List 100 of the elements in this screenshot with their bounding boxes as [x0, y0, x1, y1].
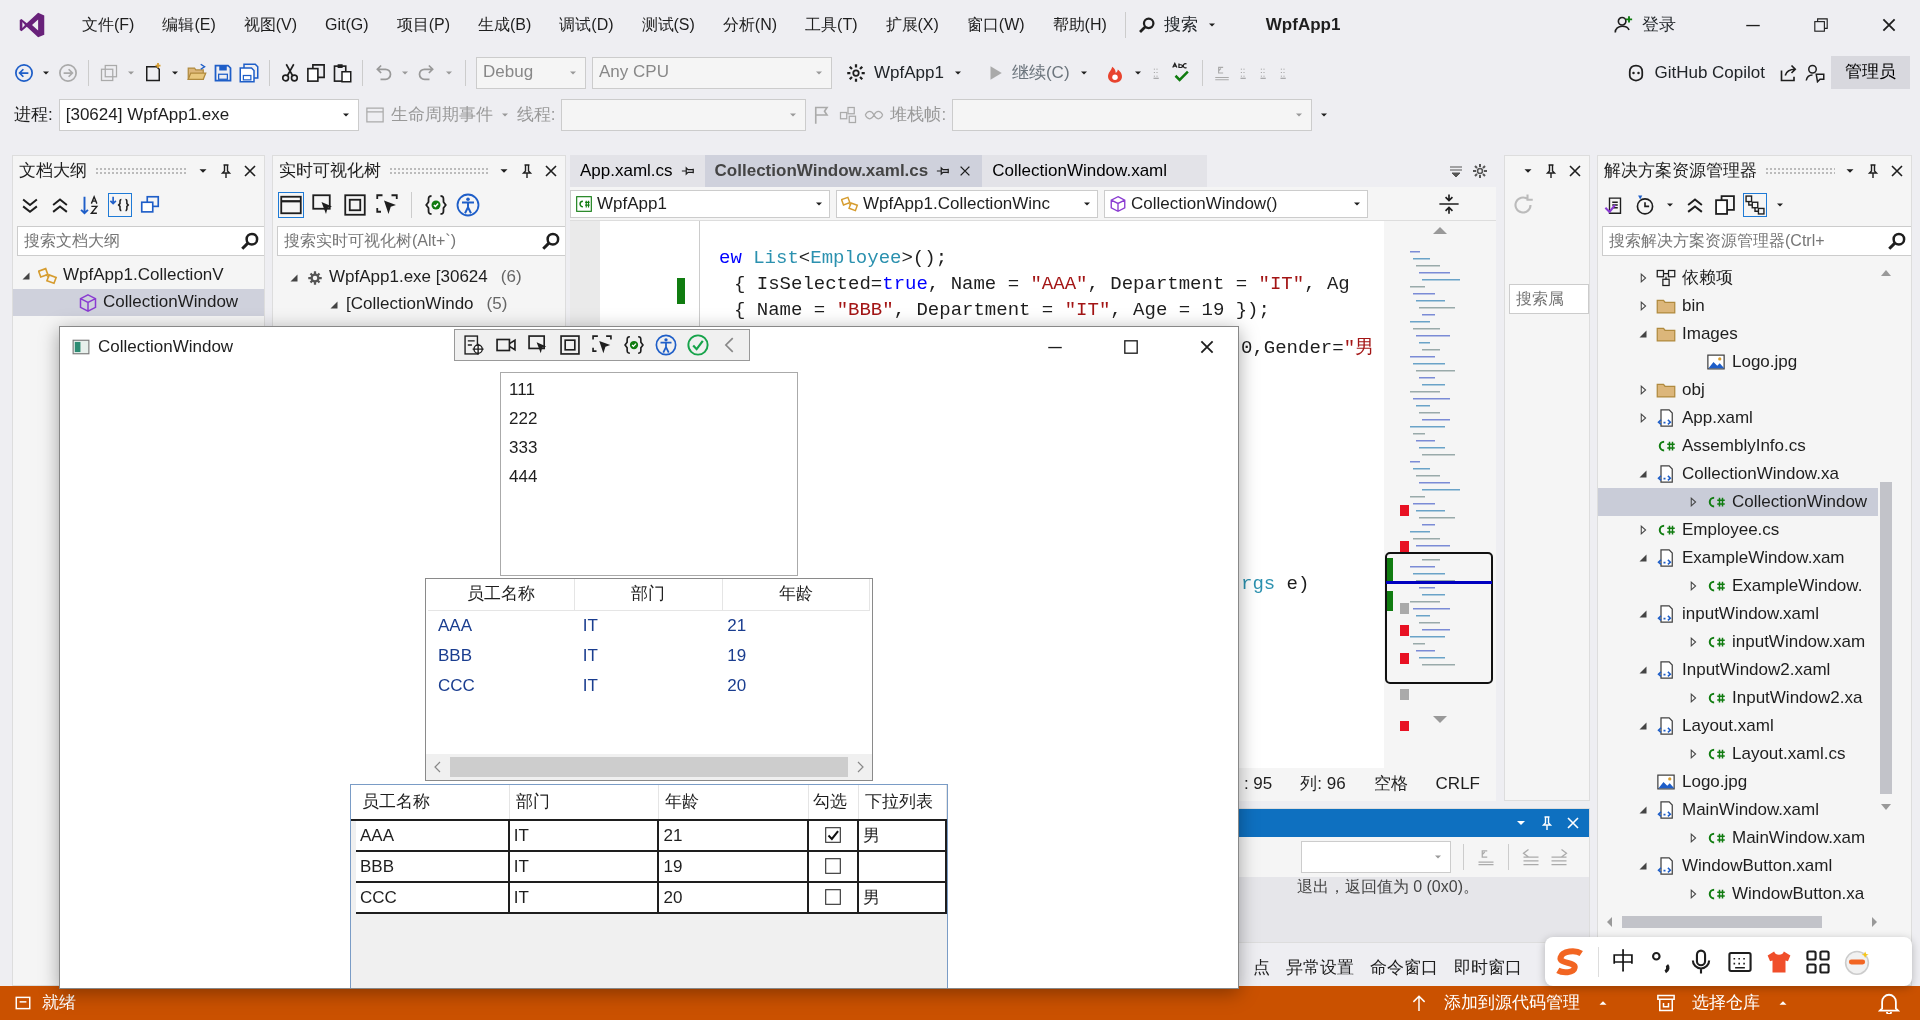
repository-button[interactable]: 选择仓库	[1648, 986, 1798, 1020]
column-header[interactable]: 部门	[575, 579, 723, 611]
checkbox[interactable]	[824, 888, 843, 907]
feedback-icon[interactable]	[1805, 62, 1825, 83]
menu-item[interactable]: 扩展(X)	[871, 15, 953, 35]
tab-list-icon[interactable]	[1448, 163, 1464, 179]
column-header[interactable]: 年龄	[722, 579, 870, 611]
tree-item[interactable]: Employee.cs	[1598, 516, 1878, 544]
tree-item[interactable]: WindowButton.xaml	[1598, 852, 1878, 880]
close-icon[interactable]	[1880, 16, 1898, 34]
search-field[interactable]: 搜索文档大纲	[17, 226, 264, 256]
spell-check-icon[interactable]	[1169, 61, 1192, 84]
tree-item[interactable]: InputWindow2.xaml	[1598, 656, 1878, 684]
tree-item[interactable]: CollectionWindow	[13, 289, 264, 316]
sync-icon[interactable]	[139, 194, 161, 216]
tree-item[interactable]: WindowButton.xa	[1598, 880, 1878, 908]
menu-item[interactable]: 编辑(E)	[148, 15, 230, 35]
pin-icon[interactable]	[218, 163, 234, 179]
settings-icon[interactable]	[1472, 163, 1488, 179]
select-element-icon[interactable]	[527, 334, 549, 356]
copilot-button[interactable]: GitHub Copilot	[1618, 55, 1773, 90]
sign-in-button[interactable]: 登录	[1606, 8, 1684, 42]
list-item[interactable]: 111	[509, 374, 789, 404]
navigation-dropdown[interactable]: CollectionWindow()	[1104, 190, 1368, 218]
list-item[interactable]: 333	[509, 432, 789, 462]
tree-item[interactable]: Logo.jpg	[1598, 768, 1878, 796]
pin-icon[interactable]	[1543, 163, 1559, 179]
tree-item[interactable]: InputWindow2.xa	[1598, 684, 1878, 712]
continue-button[interactable]: 继续(C)	[977, 55, 1098, 90]
apps-icon[interactable]	[1805, 948, 1831, 975]
tree-item[interactable]: [CollectionWindo (5)	[273, 291, 565, 318]
tree-item[interactable]: CollectionWindow	[1598, 488, 1878, 516]
checkbox[interactable]	[824, 857, 843, 876]
search-field[interactable]: 搜索实时可视化树(Alt+`)	[277, 226, 565, 256]
split-editor-icon[interactable]	[1438, 192, 1460, 215]
adorner-icon[interactable]	[559, 334, 581, 356]
tool-window-tab[interactable]: 命令窗口	[1362, 950, 1446, 986]
search-button[interactable]: 搜索	[1129, 8, 1226, 42]
tree-item[interactable]: inputWindow.xam	[1598, 628, 1878, 656]
accessibility-icon[interactable]	[655, 334, 677, 356]
scope-icon[interactable]	[109, 194, 131, 216]
editor-tab[interactable]: CollectionWindow.xaml.cs	[704, 155, 983, 187]
column-header[interactable]: 部门	[509, 784, 660, 819]
maximize-icon[interactable]	[1122, 337, 1140, 356]
source-control-button[interactable]: 添加到源代码管理	[1402, 986, 1618, 1020]
restore-icon[interactable]	[1812, 16, 1830, 34]
binding-icon[interactable]	[424, 193, 448, 217]
tree-item[interactable]: Layout.xaml.cs	[1598, 740, 1878, 768]
close-icon[interactable]	[543, 163, 559, 179]
tree-item[interactable]: App.xaml	[1598, 404, 1878, 432]
tree-item[interactable]: Layout.xaml	[1598, 712, 1878, 740]
save-all-icon[interactable]	[239, 62, 259, 83]
inspect-icon[interactable]	[463, 334, 485, 356]
column-header[interactable]: 年龄	[659, 784, 810, 819]
menu-item[interactable]: 帮助(H)	[1038, 15, 1121, 35]
tree-item[interactable]: CollectionWindow.xa	[1598, 460, 1878, 488]
menu-item[interactable]: 项目(P)	[382, 15, 464, 35]
mascot-icon[interactable]	[1844, 948, 1870, 975]
process-dropdown[interactable]: [30624] WpfApp1.exe	[58, 99, 359, 131]
navigation-dropdown[interactable]: WpfApp1	[570, 190, 830, 218]
menu-item[interactable]: 分析(N)	[708, 15, 792, 35]
tree-item[interactable]: Logo.jpg	[1598, 348, 1878, 376]
vs-logo-icon[interactable]	[18, 11, 46, 39]
search-field[interactable]: 搜索解决方案资源管理器(Ctrl+	[1602, 226, 1911, 256]
new-item-icon[interactable]	[143, 62, 163, 83]
cut-icon[interactable]	[280, 62, 300, 83]
menu-item[interactable]: Git(G)	[311, 15, 383, 35]
navigation-dropdown[interactable]: WpfApp1.CollectionWinc	[836, 190, 1098, 218]
editor-tab[interactable]: CollectionWindow.xaml	[982, 155, 1208, 187]
editor-tab[interactable]: App.xaml.cs	[570, 155, 705, 187]
share-icon[interactable]	[1779, 62, 1799, 83]
menu-item[interactable]: 工具(T)	[791, 15, 872, 35]
search-field[interactable]: 搜索属	[1509, 284, 1589, 314]
pin-icon[interactable]	[936, 164, 951, 178]
tree-item[interactable]: Images	[1598, 320, 1878, 348]
menu-item[interactable]: 文件(F)	[68, 15, 149, 35]
close-icon[interactable]	[1567, 163, 1583, 179]
back-icon[interactable]	[14, 62, 34, 83]
track-focus-icon[interactable]	[591, 334, 613, 356]
table-cell[interactable]: 男	[859, 820, 947, 850]
pin-icon[interactable]	[519, 163, 535, 179]
sort-icon[interactable]	[79, 194, 101, 216]
pin-icon[interactable]	[680, 164, 695, 178]
column-header[interactable]: 员工名称	[428, 579, 576, 611]
accessibility-icon[interactable]	[456, 193, 480, 217]
tree-item[interactable]: WpfApp1.exe [30624 (6)	[273, 264, 565, 291]
tree-item[interactable]: ExampleWindow.	[1598, 572, 1878, 600]
binding-icon[interactable]	[623, 334, 645, 356]
column-header[interactable]: 员工名称	[356, 784, 510, 819]
list-item[interactable]: 222	[509, 403, 789, 433]
input-method-logo-icon[interactable]	[1555, 946, 1585, 977]
close-icon[interactable]	[242, 163, 258, 179]
input-mode-toggle[interactable]: 中	[1612, 947, 1636, 976]
admin-button[interactable]: 管理员	[1831, 56, 1910, 89]
menu-item[interactable]: 窗口(W)	[952, 15, 1039, 35]
open-folder-icon[interactable]	[187, 62, 207, 83]
menu-item[interactable]: 生成(B)	[463, 15, 546, 35]
column-header[interactable]: 勾选	[809, 784, 860, 819]
tree-item[interactable]: MainWindow.xam	[1598, 824, 1878, 852]
copy-icon[interactable]	[1714, 194, 1736, 216]
